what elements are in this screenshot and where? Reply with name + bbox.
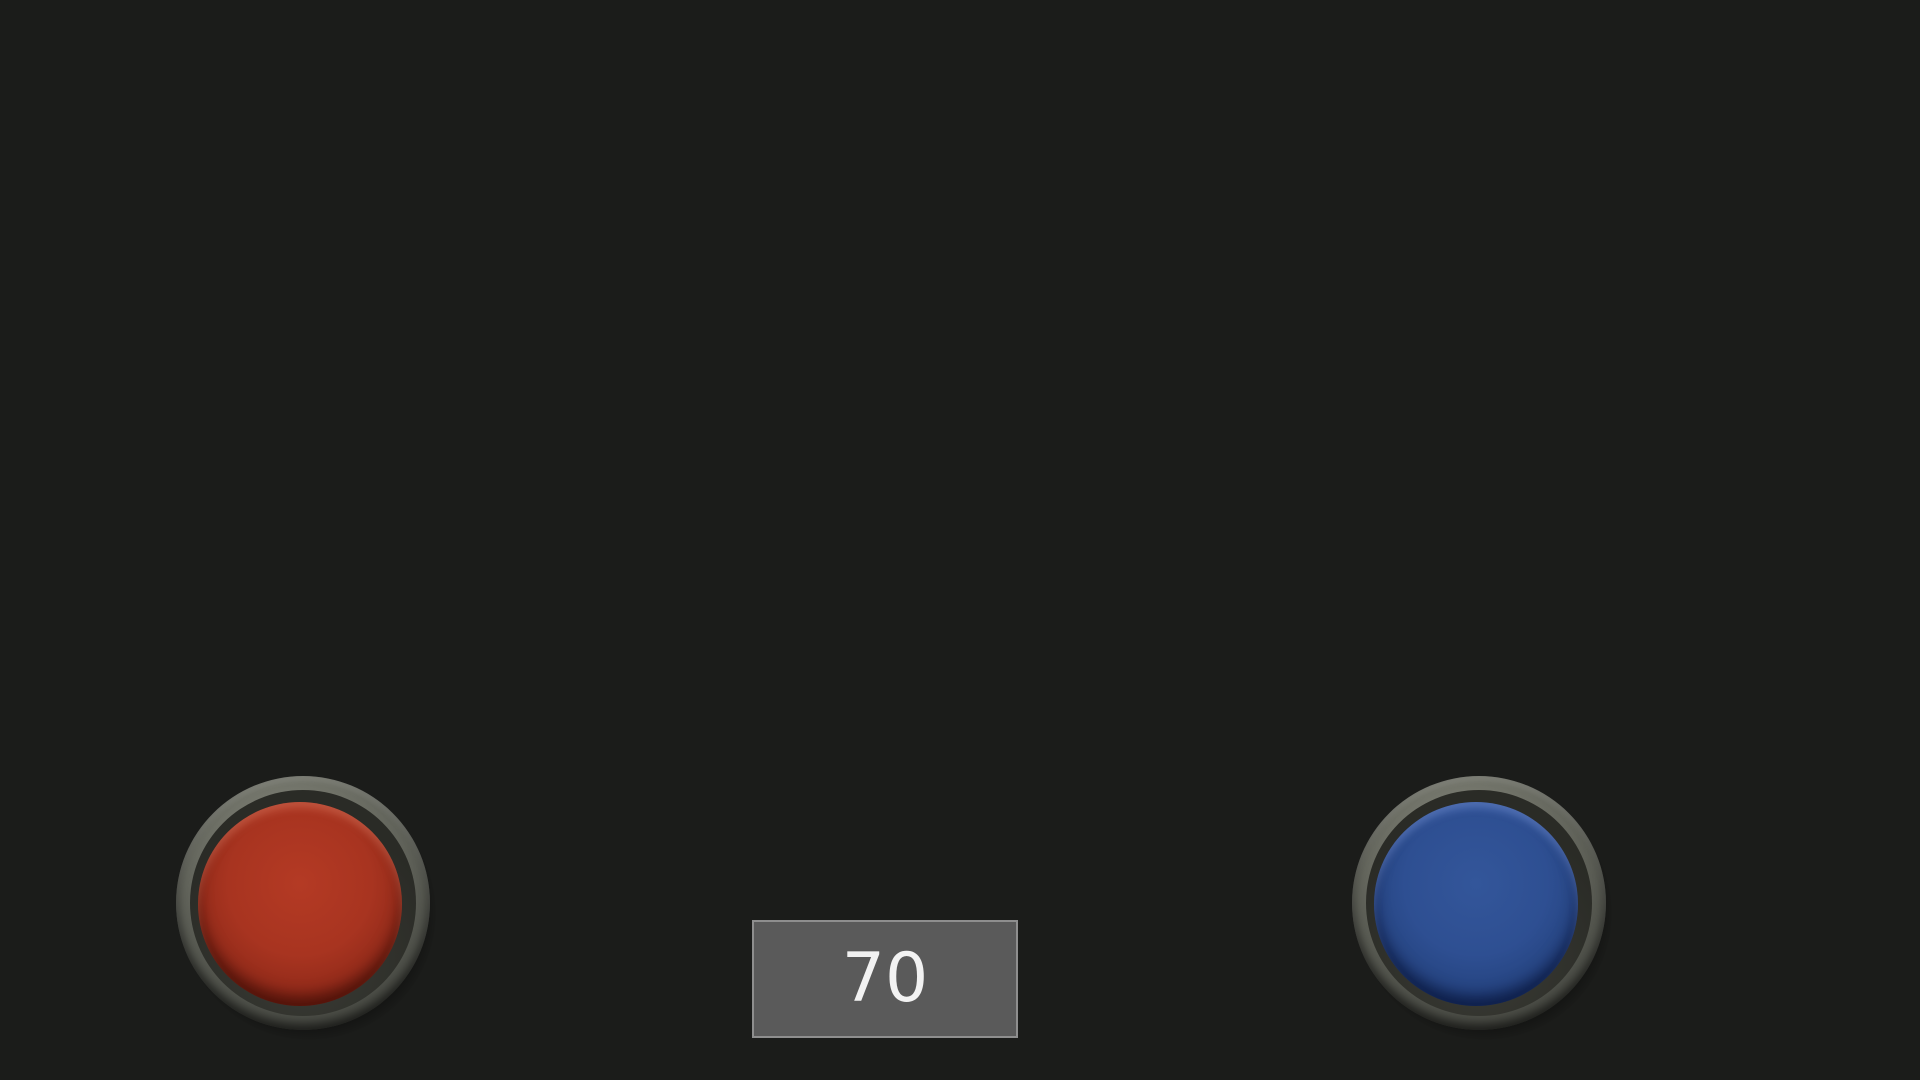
red-button[interactable]: [176, 776, 436, 1040]
score-value: 70: [841, 939, 929, 1018]
game-screen: 70: [0, 0, 1920, 1080]
score-counter: 70: [752, 920, 1018, 1038]
blue-button-cap[interactable]: [1374, 802, 1578, 1006]
blue-button[interactable]: [1352, 776, 1612, 1040]
red-button-cap[interactable]: [198, 802, 402, 1006]
